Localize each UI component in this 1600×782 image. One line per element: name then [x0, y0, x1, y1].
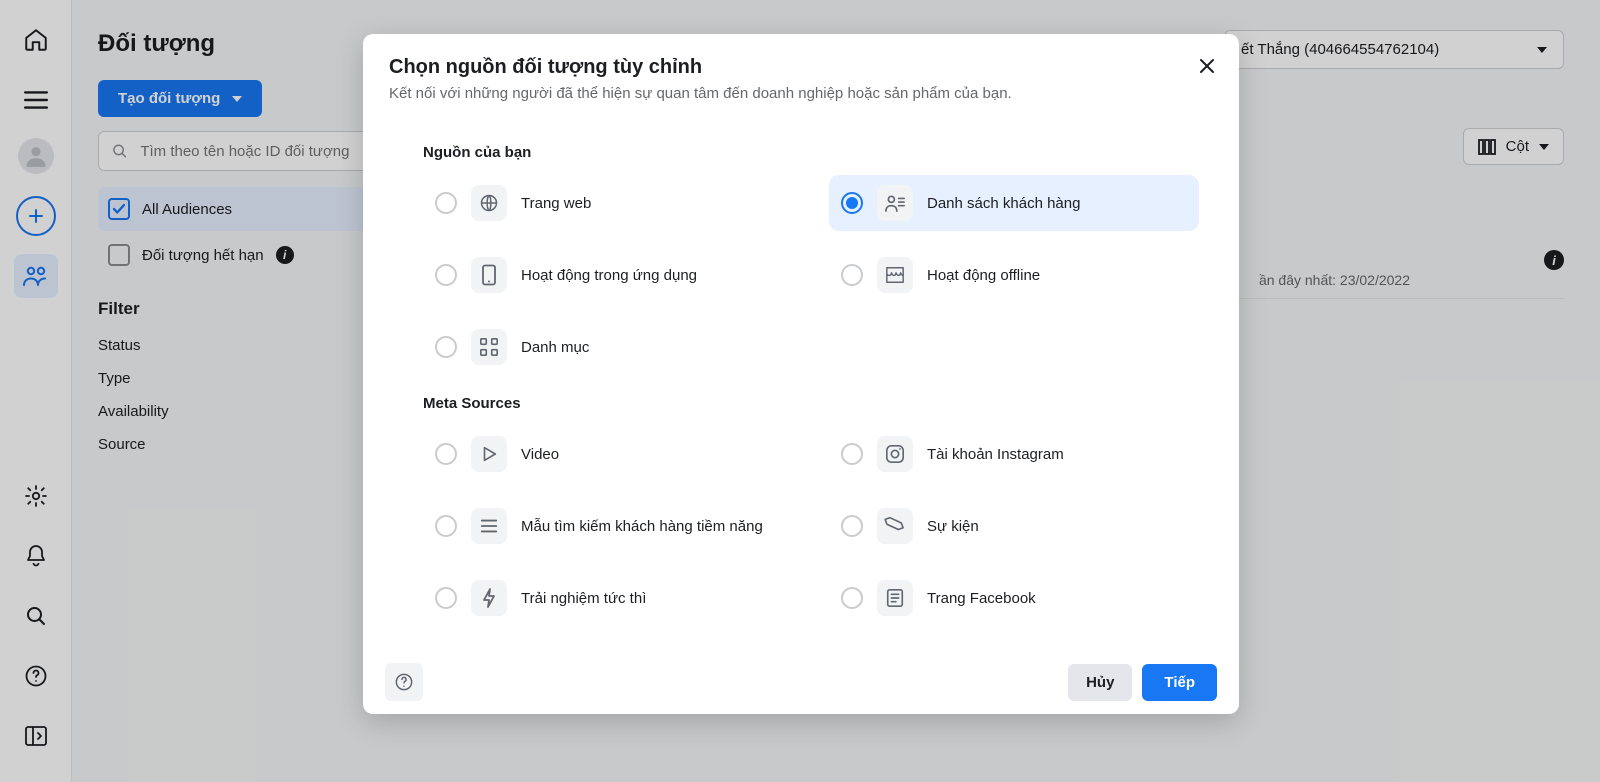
- option-label: Trải nghiệm tức thì: [521, 590, 646, 607]
- close-button[interactable]: [1193, 52, 1221, 80]
- option-label: Trang Facebook: [927, 590, 1036, 607]
- modal-title: Chọn nguồn đối tượng tùy chỉnh: [389, 56, 1213, 79]
- option-offline-activity[interactable]: Hoạt động offline: [829, 247, 1199, 303]
- meta-sources-header: Meta Sources: [423, 395, 1199, 412]
- ticket-icon: [877, 508, 913, 544]
- option-shopping[interactable]: Mua sắm: [423, 642, 793, 650]
- radio-icon: [841, 192, 863, 214]
- option-label: Tài khoản Instagram: [927, 446, 1064, 463]
- globe-icon: [471, 185, 507, 221]
- help-icon: [394, 672, 414, 692]
- option-facebook-page[interactable]: Trang Facebook: [829, 570, 1199, 626]
- option-customer-list[interactable]: Danh sách khách hàng: [829, 175, 1199, 231]
- customer-list-icon: [877, 185, 913, 221]
- option-lead-form[interactable]: Mẫu tìm kiếm khách hàng tiềm năng: [423, 498, 793, 554]
- option-video[interactable]: Video: [423, 426, 793, 482]
- next-button[interactable]: Tiếp: [1142, 664, 1217, 701]
- option-catalog[interactable]: Danh mục: [423, 319, 793, 375]
- option-label: Hoạt động trong ứng dụng: [521, 267, 697, 284]
- option-label: Mẫu tìm kiếm khách hàng tiềm năng: [521, 518, 763, 535]
- catalog-icon: [471, 329, 507, 365]
- radio-icon: [435, 443, 457, 465]
- option-website[interactable]: Trang web: [423, 175, 793, 231]
- option-label: Trang web: [521, 195, 591, 212]
- option-app-activity[interactable]: Hoạt động trong ứng dụng: [423, 247, 793, 303]
- option-label: Hoạt động offline: [927, 267, 1040, 284]
- radio-icon: [435, 264, 457, 286]
- cancel-button[interactable]: Hủy: [1068, 664, 1132, 701]
- form-icon: [471, 508, 507, 544]
- modal-subtitle: Kết nối với những người đã thể hiện sự q…: [389, 85, 1213, 102]
- radio-icon: [435, 515, 457, 537]
- page-icon: [877, 580, 913, 616]
- radio-icon: [841, 443, 863, 465]
- radio-icon: [435, 336, 457, 358]
- lightning-icon: [471, 580, 507, 616]
- audience-source-modal: Chọn nguồn đối tượng tùy chỉnh Kết nối v…: [363, 34, 1239, 714]
- option-label: Danh mục: [521, 339, 589, 356]
- radio-icon: [435, 587, 457, 609]
- phone-icon: [471, 257, 507, 293]
- option-label: Sự kiện: [927, 518, 979, 535]
- option-events[interactable]: Sự kiện: [829, 498, 1199, 554]
- radio-icon: [841, 264, 863, 286]
- option-label: Danh sách khách hàng: [927, 195, 1080, 212]
- radio-icon: [841, 515, 863, 537]
- option-fb-listing[interactable]: Bài niêm yết trên Facebook: [829, 642, 1199, 650]
- close-icon: [1197, 56, 1217, 76]
- option-label: Video: [521, 446, 559, 463]
- radio-icon: [841, 587, 863, 609]
- help-button[interactable]: [385, 663, 423, 701]
- your-sources-header: Nguồn của bạn: [423, 144, 1199, 161]
- option-instagram[interactable]: Tài khoản Instagram: [829, 426, 1199, 482]
- instagram-icon: [877, 436, 913, 472]
- option-instant-experience[interactable]: Trải nghiệm tức thì: [423, 570, 793, 626]
- radio-icon: [435, 192, 457, 214]
- play-icon: [471, 436, 507, 472]
- store-icon: [877, 257, 913, 293]
